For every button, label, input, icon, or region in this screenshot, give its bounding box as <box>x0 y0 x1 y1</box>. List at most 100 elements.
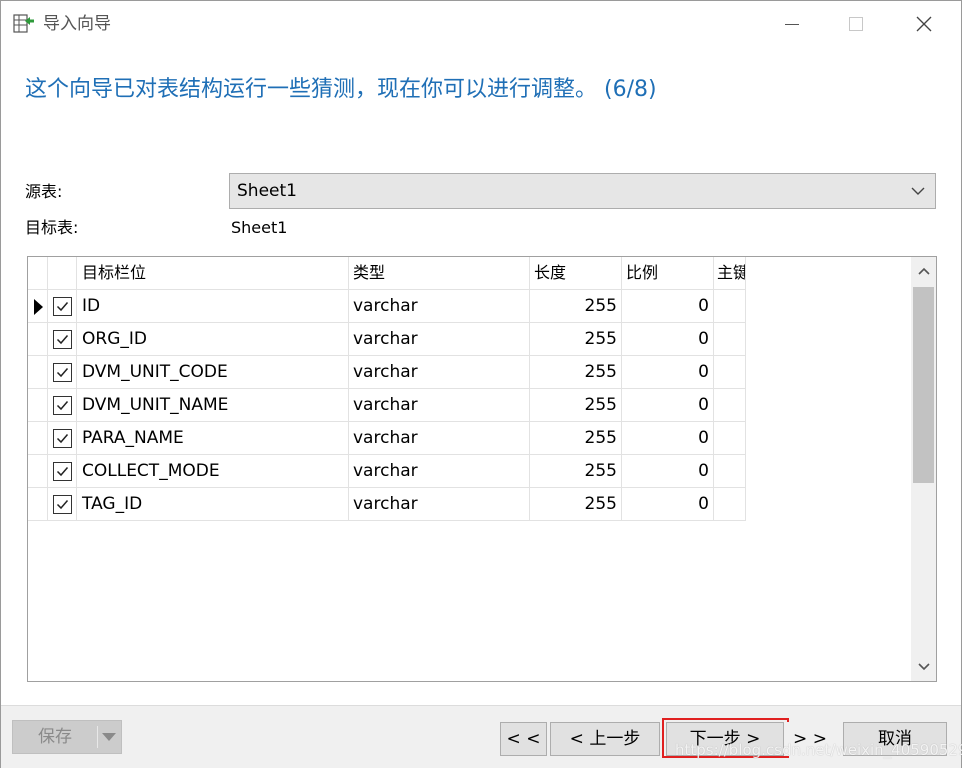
row-indicator-cell <box>28 323 48 356</box>
include-field-checkbox[interactable] <box>53 429 72 448</box>
include-field-checkbox[interactable] <box>53 330 72 349</box>
include-field-checkbox[interactable] <box>53 495 72 514</box>
close-icon <box>916 16 932 32</box>
include-field-checkbox[interactable] <box>53 396 72 415</box>
row-indicator-cell <box>28 389 48 422</box>
header-primary-key[interactable]: 主键 <box>714 257 746 290</box>
length-cell[interactable]: 255 <box>530 488 622 521</box>
current-row-arrow-icon <box>34 299 43 315</box>
maximize-icon <box>849 17 863 31</box>
vertical-scrollbar[interactable] <box>911 257 936 681</box>
table-row[interactable]: DVM_UNIT_CODE varchar 255 0 <box>28 356 746 389</box>
chevron-up-icon <box>917 267 930 275</box>
row-check-cell <box>48 290 77 323</box>
target-field-cell[interactable]: PARA_NAME <box>77 422 349 455</box>
source-table-label: 源表: <box>25 182 63 201</box>
import-wizard-window: 导入向导 这个向导已对表结构运行一些猜测，现在你可以进行调整。 (6/8) 源表… <box>0 0 962 768</box>
table-row[interactable]: ID varchar 255 0 <box>28 290 746 323</box>
type-cell[interactable]: varchar <box>349 455 530 488</box>
import-wizard-icon <box>13 13 35 35</box>
minimize-icon <box>785 23 799 25</box>
table-row[interactable]: PARA_NAME varchar 255 0 <box>28 422 746 455</box>
row-indicator-cell <box>28 455 48 488</box>
check-icon <box>56 401 69 411</box>
save-dropdown-arrow-icon <box>102 733 116 741</box>
length-cell[interactable]: 255 <box>530 422 622 455</box>
row-check-cell <box>48 422 77 455</box>
include-field-checkbox[interactable] <box>53 363 72 382</box>
target-field-cell[interactable]: COLLECT_MODE <box>77 455 349 488</box>
primary-key-cell[interactable] <box>714 455 746 488</box>
primary-key-cell[interactable] <box>714 356 746 389</box>
primary-key-cell[interactable] <box>714 422 746 455</box>
scale-cell[interactable]: 0 <box>622 290 714 323</box>
target-field-cell[interactable]: DVM_UNIT_NAME <box>77 389 349 422</box>
check-icon <box>56 467 69 477</box>
scale-cell[interactable]: 0 <box>622 389 714 422</box>
check-icon <box>56 434 69 444</box>
target-table-label: 目标表: <box>25 218 79 237</box>
type-cell[interactable]: varchar <box>349 290 530 323</box>
row-indicator-cell <box>28 488 48 521</box>
primary-key-cell[interactable] <box>714 389 746 422</box>
header-length[interactable]: 长度 <box>530 257 622 290</box>
target-table-value: Sheet1 <box>231 218 288 237</box>
scale-cell[interactable]: 0 <box>622 422 714 455</box>
scroll-down-button[interactable] <box>911 653 936 681</box>
include-field-checkbox[interactable] <box>53 297 72 316</box>
length-cell[interactable]: 255 <box>530 455 622 488</box>
scale-cell[interactable]: 0 <box>622 488 714 521</box>
scroll-up-button[interactable] <box>911 257 936 285</box>
close-button[interactable] <box>901 1 947 47</box>
row-check-cell <box>48 389 77 422</box>
table-row[interactable]: DVM_UNIT_NAME varchar 255 0 <box>28 389 746 422</box>
length-cell[interactable]: 255 <box>530 323 622 356</box>
title-bar: 导入向导 <box>1 1 961 47</box>
type-cell[interactable]: varchar <box>349 389 530 422</box>
length-cell[interactable]: 255 <box>530 356 622 389</box>
row-check-cell <box>48 356 77 389</box>
row-check-cell <box>48 323 77 356</box>
check-icon <box>56 500 69 510</box>
target-field-cell[interactable]: ID <box>77 290 349 323</box>
check-icon <box>56 335 69 345</box>
row-check-cell <box>48 455 77 488</box>
type-cell[interactable]: varchar <box>349 323 530 356</box>
watermark: https://blog.csdn.net/weixin_40590529 <box>675 741 962 759</box>
header-check-cell <box>48 257 77 290</box>
target-field-cell[interactable]: DVM_UNIT_CODE <box>77 356 349 389</box>
wizard-heading: 这个向导已对表结构运行一些猜测，现在你可以进行调整。 (6/8) <box>25 77 657 102</box>
primary-key-cell[interactable] <box>714 323 746 356</box>
row-indicator-cell <box>28 290 48 323</box>
header-type[interactable]: 类型 <box>349 257 530 290</box>
header-target-field[interactable]: 目标栏位 <box>77 257 349 290</box>
scale-cell[interactable]: 0 <box>622 323 714 356</box>
primary-key-cell[interactable] <box>714 488 746 521</box>
primary-key-cell[interactable] <box>714 290 746 323</box>
target-field-cell[interactable]: TAG_ID <box>77 488 349 521</box>
grid-header-row: 目标栏位 类型 长度 比例 主键 <box>28 257 746 290</box>
table-row[interactable]: TAG_ID varchar 255 0 <box>28 488 746 521</box>
table-row[interactable]: ORG_ID varchar 255 0 <box>28 323 746 356</box>
scrollbar-thumb[interactable] <box>913 287 934 483</box>
table-row[interactable]: COLLECT_MODE varchar 255 0 <box>28 455 746 488</box>
type-cell[interactable]: varchar <box>349 422 530 455</box>
length-cell[interactable]: 255 <box>530 389 622 422</box>
save-button-label: 保存 <box>38 727 72 747</box>
maximize-button <box>833 1 879 47</box>
type-cell[interactable]: varchar <box>349 356 530 389</box>
type-cell[interactable]: varchar <box>349 488 530 521</box>
first-step-button[interactable]: < < <box>500 722 547 756</box>
include-field-checkbox[interactable] <box>53 462 72 481</box>
scale-cell[interactable]: 0 <box>622 356 714 389</box>
target-field-cell[interactable]: ORG_ID <box>77 323 349 356</box>
header-scale[interactable]: 比例 <box>622 257 714 290</box>
minimize-button[interactable] <box>769 1 815 47</box>
field-mapping-grid: 目标栏位 类型 长度 比例 主键 ID varchar 255 0 ORG_ID varc… <box>27 256 937 682</box>
previous-step-button[interactable]: < 上一步 <box>550 722 660 756</box>
scale-cell[interactable]: 0 <box>622 455 714 488</box>
window-title: 导入向导 <box>43 14 111 34</box>
length-cell[interactable]: 255 <box>530 290 622 323</box>
save-split-divider <box>97 726 98 748</box>
source-table-select[interactable]: Sheet1 <box>229 173 936 209</box>
